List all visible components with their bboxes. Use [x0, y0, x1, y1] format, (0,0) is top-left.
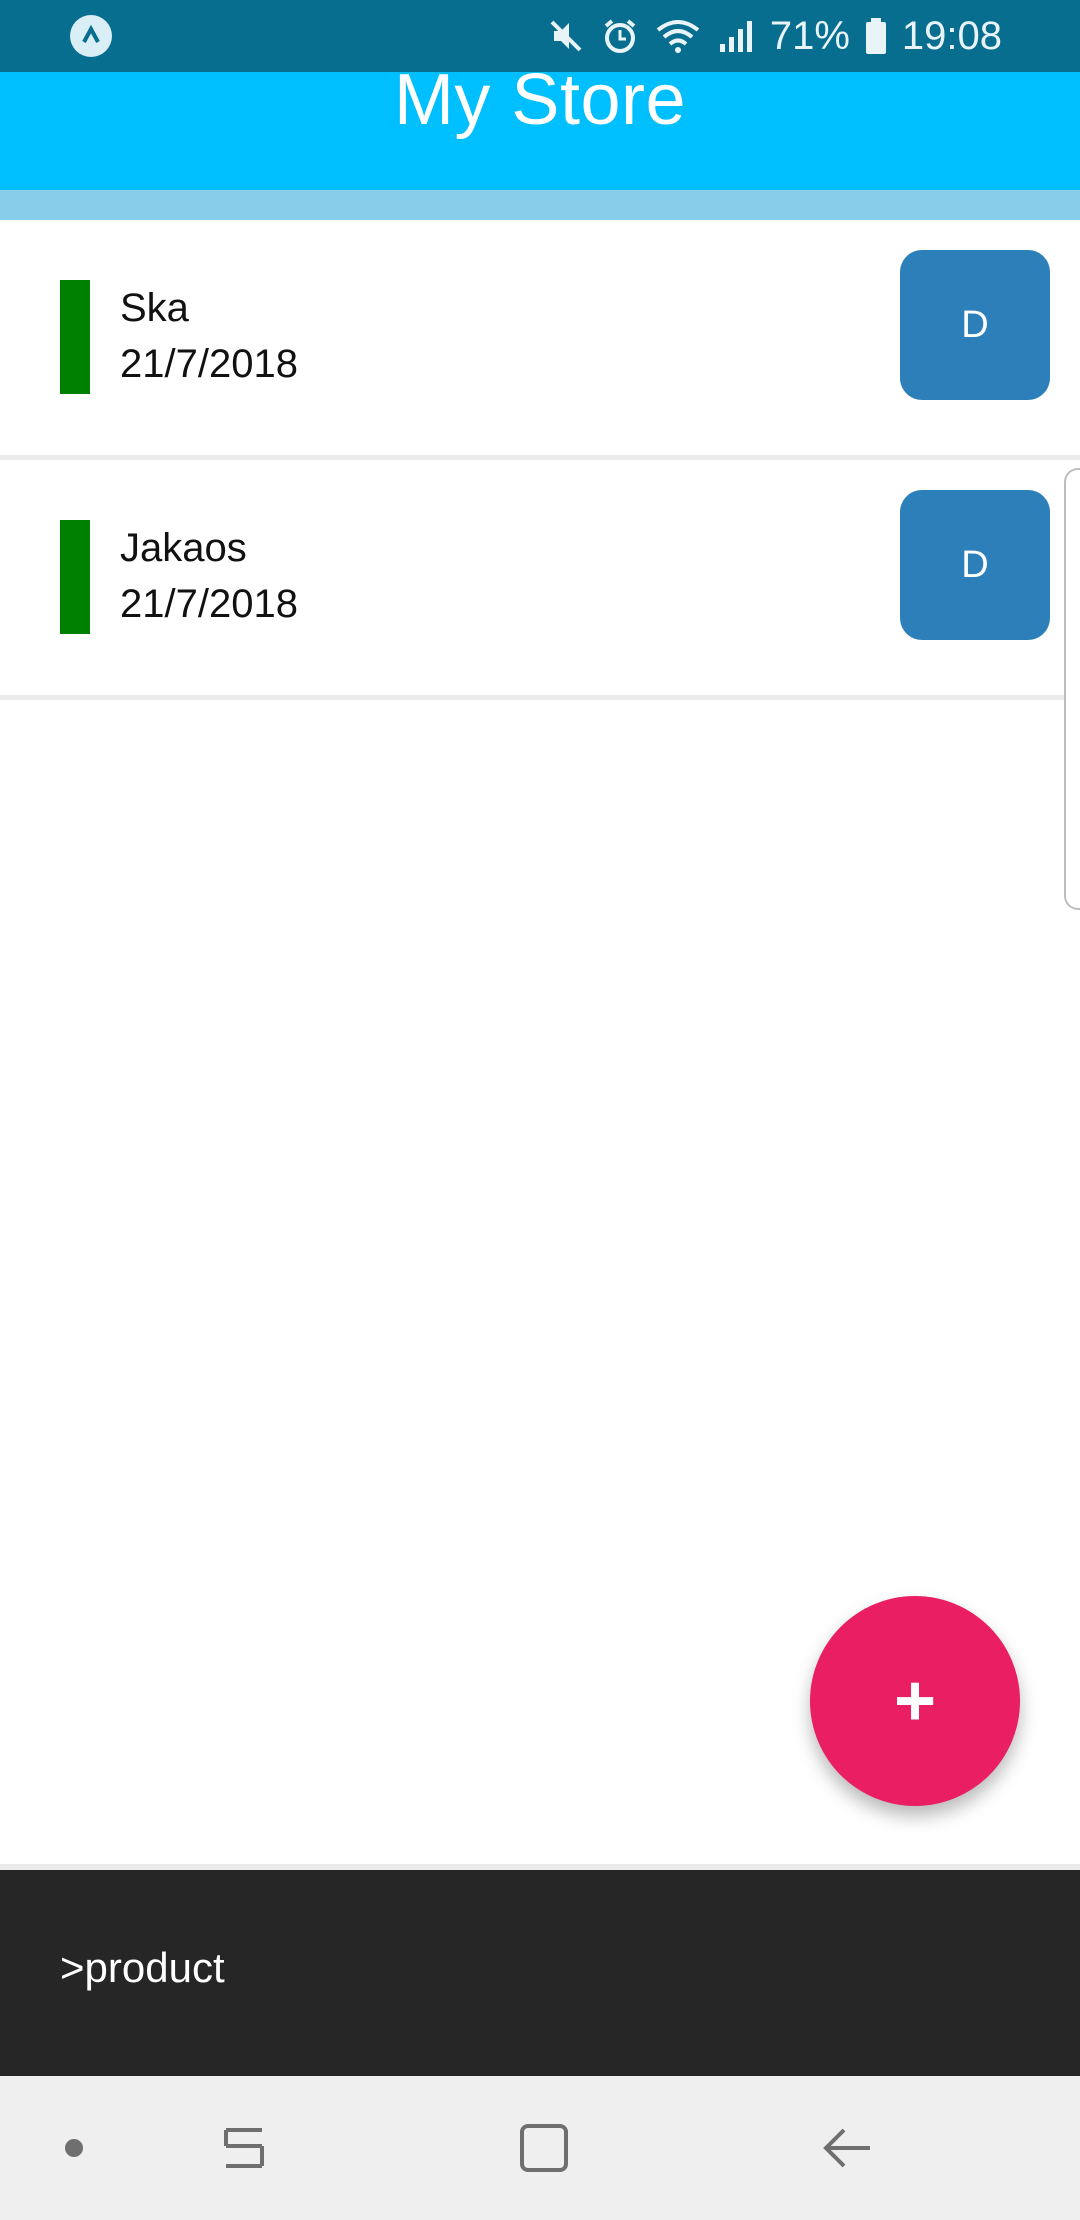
- mute-icon: [550, 20, 582, 52]
- edge-panel-handle[interactable]: [1064, 468, 1080, 910]
- delete-button[interactable]: D: [900, 250, 1050, 400]
- delete-button[interactable]: D: [900, 490, 1050, 640]
- battery-icon: [865, 18, 886, 54]
- dot-icon[interactable]: [42, 2116, 106, 2180]
- status-indicator: [60, 280, 90, 394]
- caret-up-icon: [70, 15, 112, 57]
- back-icon[interactable]: [816, 2116, 880, 2180]
- store-list: Ska 21/7/2018 D Jakaos 21/7/2018 D: [0, 220, 1080, 700]
- list-item[interactable]: Jakaos 21/7/2018 D: [0, 460, 1080, 700]
- home-icon[interactable]: [512, 2116, 576, 2180]
- add-button[interactable]: +: [810, 1596, 1020, 1806]
- item-date: 21/7/2018: [120, 582, 298, 626]
- item-date: 21/7/2018: [120, 342, 298, 386]
- item-name: Jakaos: [120, 526, 247, 570]
- battery-percent: 71%: [769, 13, 850, 58]
- signal-icon: [719, 21, 752, 52]
- header-strip: [0, 190, 1080, 220]
- console-bar: >product: [0, 1870, 1080, 2076]
- plus-icon: +: [893, 1661, 937, 1741]
- recent-apps-icon[interactable]: [212, 2116, 276, 2180]
- app-header: My Store: [0, 60, 1080, 190]
- alarm-icon: [604, 19, 636, 53]
- list-item[interactable]: Ska 21/7/2018 D: [0, 220, 1080, 460]
- item-name: Ska: [120, 286, 189, 330]
- page-title: My Store: [393, 60, 687, 140]
- wifi-icon: [656, 20, 700, 53]
- navigation-bar: [0, 2076, 1080, 2220]
- status-indicator: [60, 520, 90, 634]
- clock-time: 19:08: [901, 13, 1002, 58]
- console-text: >product: [60, 1944, 225, 1991]
